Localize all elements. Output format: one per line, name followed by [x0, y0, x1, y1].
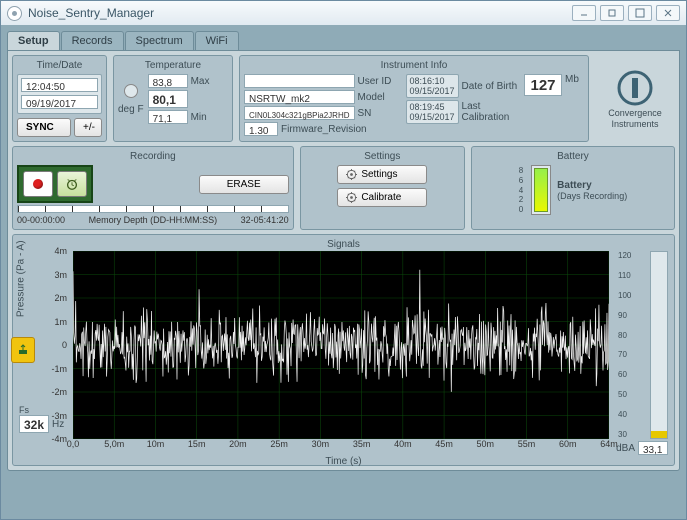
- mem-depth-label: Memory Depth (DD-HH:MM:SS): [89, 215, 218, 225]
- mem-size-unit: Mb: [565, 74, 579, 85]
- window-title: Noise_Sentry_Manager: [28, 1, 154, 25]
- date-value: 09/19/2017: [21, 95, 98, 109]
- temperature-title: Temperature: [118, 60, 228, 74]
- brand-line1: Convergence: [608, 108, 662, 118]
- cal-label: Last Calibration: [462, 101, 520, 123]
- battery-label: Battery: [557, 180, 627, 191]
- window-close-button[interactable]: [656, 5, 680, 21]
- battery-scale: 8 6 4 2 0: [519, 166, 523, 214]
- userid-label: User ID: [358, 76, 402, 87]
- timedate-title: Time/Date: [17, 60, 102, 74]
- temp-min-label: Min: [191, 112, 207, 123]
- memory-depth-ruler: [17, 205, 289, 213]
- y-axis-label: Pressure (Pa - A): [16, 240, 27, 317]
- dob-date: 09/15/2017: [410, 86, 455, 96]
- tab-spectrum[interactable]: Spectrum: [125, 31, 194, 50]
- db-meter: [650, 251, 668, 439]
- cal-date: 09/15/2017: [410, 112, 455, 122]
- battery-title: Battery: [476, 151, 670, 165]
- temp-max-label: Max: [191, 76, 210, 87]
- model-label: Model: [358, 92, 402, 103]
- cal-time: 08:19:45: [410, 102, 455, 112]
- settings-button[interactable]: Settings: [337, 165, 427, 184]
- temperature-group: Temperature deg F 83,8 Max 8: [113, 55, 233, 142]
- window-minimize-button[interactable]: [572, 5, 596, 21]
- time-value: 12:04:50: [21, 78, 98, 92]
- sn-label: SN: [358, 108, 402, 119]
- db-scale-ticks: 12011010090807060504030: [618, 251, 631, 439]
- tab-setup[interactable]: Setup: [7, 31, 60, 50]
- dba-label: dBA: [616, 443, 635, 454]
- recording-title: Recording: [17, 151, 289, 165]
- window-restore-button[interactable]: [600, 5, 624, 21]
- dba-value: 33,1: [638, 441, 668, 455]
- export-icon: [17, 344, 29, 356]
- temp-current-value: 80,1: [148, 90, 188, 108]
- settings-button-label: Settings: [361, 169, 397, 180]
- dob-time: 08:16:10: [410, 76, 455, 86]
- calibrate-button-label: Calibrate: [361, 192, 401, 203]
- record-icon: [33, 179, 43, 189]
- battery-sublabel: (Days Recording): [557, 191, 627, 201]
- alarm-button[interactable]: [57, 171, 87, 197]
- fw-label: Firmware_Revision: [281, 124, 402, 135]
- timedate-group: Time/Date 12:04:50 09/19/2017 SYNC +/-: [12, 55, 107, 142]
- brand-line2: Instruments: [611, 119, 658, 129]
- temp-max-value: 83,8: [148, 74, 188, 88]
- settings-group: Settings Settings Calibrate: [300, 146, 465, 230]
- alarm-clock-icon: [65, 177, 79, 191]
- instrument-group: Instrument Info User ID NSRTW_mk2 Model: [239, 55, 589, 142]
- mem-size-value: 127: [524, 74, 562, 96]
- settings-title: Settings: [305, 151, 460, 165]
- app-icon: [7, 6, 22, 21]
- calibrate-button[interactable]: Calibrate: [337, 188, 427, 207]
- waveform-chart[interactable]: [73, 251, 609, 439]
- gear-icon: [346, 169, 357, 180]
- tab-bar: Setup Records Spectrum WiFi: [7, 31, 680, 49]
- temp-min-value: 71,1: [148, 110, 188, 124]
- window-maximize-button[interactable]: [628, 5, 652, 21]
- brand-logo-icon: [615, 68, 655, 108]
- export-button[interactable]: [11, 337, 35, 363]
- brand-logo-area: Convergence Instruments: [595, 55, 675, 142]
- erase-button[interactable]: ERASE: [199, 175, 289, 194]
- fw-value: 1.30: [244, 122, 278, 136]
- userid-value[interactable]: [244, 74, 355, 88]
- model-value: NSRTW_mk2: [244, 90, 355, 104]
- gear-icon: [346, 192, 357, 203]
- mem-left-value: 00-00:00:00: [17, 215, 65, 225]
- mem-right-value: 32-05:41:20: [241, 215, 289, 225]
- temperature-led-icon: [124, 84, 138, 98]
- x-axis-ticks: 0,05,0m10m15m20m25m30m35m40m45m50m55m60m…: [73, 439, 609, 451]
- instrument-title: Instrument Info: [244, 60, 584, 74]
- time-adjust-button[interactable]: +/-: [74, 118, 102, 137]
- battery-group: Battery 8 6 4 2 0 Battery (Days Recordi: [471, 146, 675, 230]
- temperature-unit: deg F: [118, 104, 144, 115]
- signals-group: Signals Fs 32k Hz 4m3m2m1m0-1m-2m-3m-4m …: [12, 234, 675, 466]
- tab-wifi[interactable]: WiFi: [195, 31, 239, 50]
- battery-bar: [531, 165, 551, 215]
- tab-records[interactable]: Records: [61, 31, 124, 50]
- sync-button[interactable]: SYNC: [17, 118, 71, 137]
- x-axis-label: Time (s): [325, 456, 361, 467]
- recording-group: Recording ERASE 00-00:00:00: [12, 146, 294, 230]
- sn-value: CIN0L304c321gBPia2JRHD: [244, 106, 355, 120]
- dob-label: Date of Birth: [462, 81, 518, 92]
- record-button[interactable]: [23, 171, 53, 197]
